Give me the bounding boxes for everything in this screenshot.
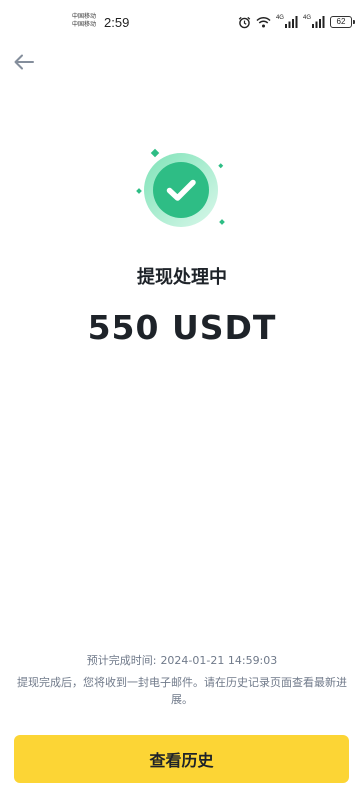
back-button[interactable] bbox=[12, 52, 36, 76]
signal-icon-2 bbox=[312, 16, 325, 28]
status-title: 提现处理中 bbox=[137, 267, 227, 288]
estimated-completion: 预计完成时间: 2024-01-21 14:59:03 bbox=[0, 652, 364, 668]
battery-icon: 62 bbox=[330, 16, 355, 28]
wifi-icon bbox=[256, 16, 271, 28]
network-type-2: 4G bbox=[302, 15, 311, 21]
carrier-2: 中国移动 bbox=[72, 21, 97, 28]
carrier-info: 中国移动 中国移动 bbox=[72, 13, 96, 29]
withdrawal-amount: 550 USDT bbox=[87, 308, 277, 347]
network-type-1: 4G bbox=[275, 15, 284, 21]
notice-text: 提现完成后，您将收到一封电子邮件。请在历史记录页面查看最新进展。 bbox=[17, 676, 347, 706]
status-time: 2:59 bbox=[104, 15, 130, 30]
arrow-left-icon bbox=[14, 54, 34, 74]
carrier-1: 中国移动 bbox=[72, 13, 97, 20]
view-history-button[interactable]: 查看历史 bbox=[14, 735, 349, 783]
eta-label: 预计完成时间: bbox=[86, 654, 157, 667]
success-graphic bbox=[130, 145, 234, 235]
eta-time: 2024-01-21 14:59:03 bbox=[160, 654, 278, 667]
status-icons: 4G 4G 62 bbox=[238, 15, 355, 29]
status-bar: 中国移动 中国移动 2:59 4G 4G 62 bbox=[0, 0, 364, 44]
signal-icon bbox=[284, 16, 298, 28]
alarm-icon bbox=[238, 16, 251, 29]
check-circle-icon bbox=[136, 148, 225, 227]
